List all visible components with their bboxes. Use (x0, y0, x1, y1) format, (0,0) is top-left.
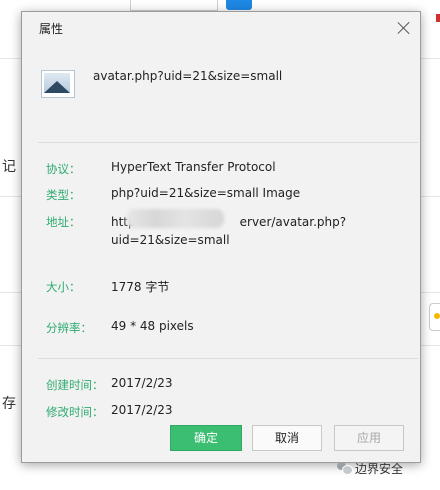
address-line1-end: erver/avatar.php? (239, 215, 347, 229)
redacted-mask (126, 209, 224, 228)
watermark: 边界安全 (355, 462, 404, 476)
type-label: 类型： (46, 188, 81, 202)
background-chip (429, 303, 440, 331)
dialog-titlebar[interactable]: 属性 (22, 12, 420, 44)
protocol-value: HyperText Transfer Protocol (111, 160, 276, 174)
file-name: avatar.php?uid=21&size=small (93, 69, 283, 83)
resolution-label: 分辨率： (46, 321, 92, 335)
resolution-value: 49 * 48 pixels (111, 319, 194, 333)
wechat-icon (337, 462, 353, 475)
background-text: 存 (2, 396, 16, 412)
apply-button: 应用 (334, 425, 404, 451)
background-input (130, 0, 218, 11)
type-value: php?uid=21&size=small Image (111, 186, 301, 200)
size-value: 1778 字节 (111, 280, 170, 294)
modified-value: 2017/2/23 (111, 403, 173, 417)
background-button (226, 0, 252, 10)
created-label: 创建时间： (46, 378, 104, 392)
section-divider (38, 358, 418, 359)
image-file-icon (41, 70, 75, 98)
properties-dialog: 属性 avatar.php?uid=21&size=small 协议： Hype… (21, 11, 421, 463)
protocol-label: 协议： (46, 162, 81, 176)
cancel-button[interactable]: 取消 (252, 425, 322, 451)
section-divider (38, 142, 418, 143)
created-value: 2017/2/23 (111, 376, 173, 390)
address-line2: uid=21&size=small (111, 233, 230, 247)
address-label: 地址： (46, 215, 81, 229)
background-text: 记 (2, 159, 16, 175)
size-label: 大小： (46, 280, 81, 294)
modified-label: 修改时间： (46, 405, 104, 419)
dialog-title: 属性 (39, 22, 64, 36)
ok-button[interactable]: 确定 (170, 425, 242, 451)
close-icon[interactable] (396, 20, 412, 36)
background-red-mark (436, 14, 440, 22)
